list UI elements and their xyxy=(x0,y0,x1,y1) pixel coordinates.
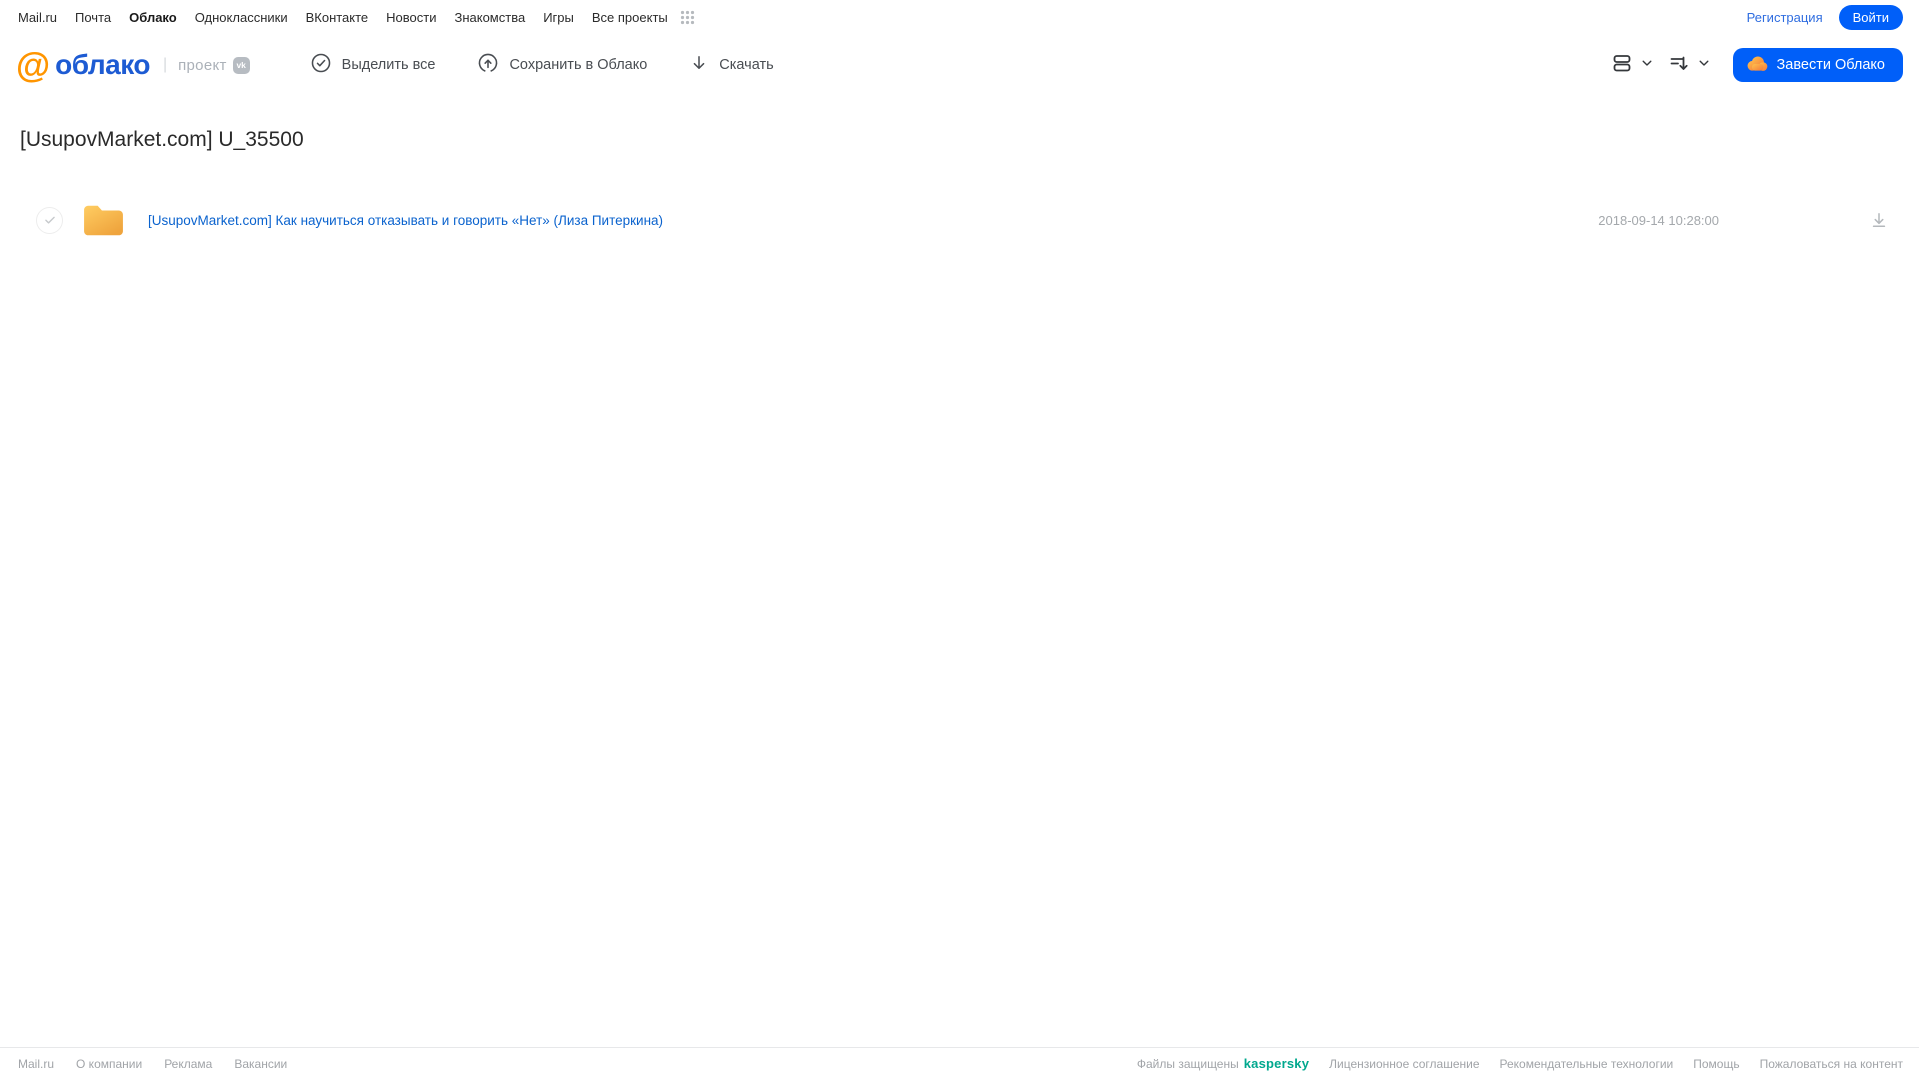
cloud-logo[interactable]: @ облако xyxy=(16,48,150,83)
footer-link-license[interactable]: Лицензионное соглашение xyxy=(1329,1057,1479,1071)
footer-link-ads[interactable]: Реклама xyxy=(164,1057,212,1071)
select-all-label: Выделить все xyxy=(341,57,436,73)
folder-icon[interactable] xyxy=(81,202,126,239)
kaspersky-protection: Файлы защищены kaspersky xyxy=(1137,1056,1309,1071)
file-row[interactable]: [UsupovMarket.com] Как научиться отказыв… xyxy=(0,198,1919,242)
auth-area: Регистрация Войти xyxy=(1747,4,1903,30)
nav-item-all-projects[interactable]: Все проекты xyxy=(592,10,668,25)
footer-link-recommendations[interactable]: Рекомендательные технологии xyxy=(1500,1057,1674,1071)
file-row-meta: 2018-09-14 10:28:00 xyxy=(1598,210,1889,230)
sort-dropdown[interactable] xyxy=(1667,51,1711,80)
nav-item-odnoklassniki[interactable]: Одноклассники xyxy=(195,10,288,25)
footer-link-about[interactable]: О компании xyxy=(76,1057,142,1071)
cloud-upload-icon xyxy=(477,52,499,78)
download-button[interactable]: Скачать xyxy=(689,53,774,77)
header: @ облако | проект vk Выделить все Сохран… xyxy=(0,34,1919,96)
logo-divider: | xyxy=(162,56,168,73)
kaspersky-logo[interactable]: kaspersky xyxy=(1244,1056,1309,1071)
get-cloud-label: Завести Облако xyxy=(1776,57,1885,73)
footer-link-report[interactable]: Пожаловаться на контент xyxy=(1760,1057,1903,1071)
nav-item-oblako[interactable]: Облако xyxy=(129,10,177,25)
nav-item-igry[interactable]: Игры xyxy=(543,10,574,25)
chevron-down-icon xyxy=(1640,56,1654,75)
footer: Mail.ru О компании Реклама Вакансии Файл… xyxy=(0,1047,1919,1079)
select-checkbox[interactable] xyxy=(36,206,63,234)
file-link[interactable]: [UsupovMarket.com] Как научиться отказыв… xyxy=(148,213,663,228)
apps-grid-icon[interactable] xyxy=(680,10,695,25)
footer-left-links: Mail.ru О компании Реклама Вакансии xyxy=(18,1057,287,1071)
get-cloud-button[interactable]: Завести Облако xyxy=(1732,48,1903,82)
vk-badge-icon: vk xyxy=(232,56,250,74)
save-to-cloud-label: Сохранить в Облако xyxy=(509,57,648,73)
mailru-at-icon: @ xyxy=(16,45,51,85)
header-right-controls: Завести Облако xyxy=(1610,48,1903,82)
portal-links: Mail.ru Почта Облако Одноклассники ВКонт… xyxy=(18,10,695,25)
list-view-icon xyxy=(1610,51,1634,80)
cloud-icon xyxy=(1746,55,1768,76)
nav-item-vkontakte[interactable]: ВКонтакте xyxy=(306,10,369,25)
nav-item-mailru[interactable]: Mail.ru xyxy=(18,10,57,25)
nav-item-pochta[interactable]: Почта xyxy=(75,10,111,25)
save-to-cloud-button[interactable]: Сохранить в Облако xyxy=(477,52,647,78)
footer-link-help[interactable]: Помощь xyxy=(1693,1057,1739,1071)
sort-icon xyxy=(1667,51,1691,80)
footer-link-jobs[interactable]: Вакансии xyxy=(234,1057,287,1071)
nav-item-novosti[interactable]: Новости xyxy=(386,10,436,25)
protected-label: Файлы защищены xyxy=(1136,1056,1239,1071)
main-content: [UsupovMarket.com] U_35500 [UsupovMarket… xyxy=(0,128,1919,242)
top-nav: Mail.ru Почта Облако Одноклассники ВКонт… xyxy=(0,0,1919,34)
login-button[interactable]: Войти xyxy=(1838,4,1903,30)
download-label: Скачать xyxy=(719,57,774,73)
project-label: проект xyxy=(178,56,227,74)
select-all-button[interactable]: Выделить все xyxy=(310,52,436,78)
registration-link[interactable]: Регистрация xyxy=(1747,10,1823,25)
footer-right-links: Файлы защищены kaspersky Лицензионное со… xyxy=(1137,1056,1903,1071)
chevron-down-icon xyxy=(1697,56,1711,75)
view-mode-dropdown[interactable] xyxy=(1610,51,1654,80)
check-circle-icon xyxy=(310,52,332,78)
file-toolbar: Выделить все Сохранить в Облако Скачать xyxy=(310,52,774,78)
nav-item-znakomstva[interactable]: Знакомства xyxy=(454,10,525,25)
download-icon xyxy=(689,53,709,77)
row-download-icon[interactable] xyxy=(1869,210,1889,230)
file-date: 2018-09-14 10:28:00 xyxy=(1598,212,1719,228)
footer-link-mailru[interactable]: Mail.ru xyxy=(18,1057,54,1071)
page-title: [UsupovMarket.com] U_35500 xyxy=(20,128,304,151)
logo-text: облако xyxy=(55,49,150,80)
